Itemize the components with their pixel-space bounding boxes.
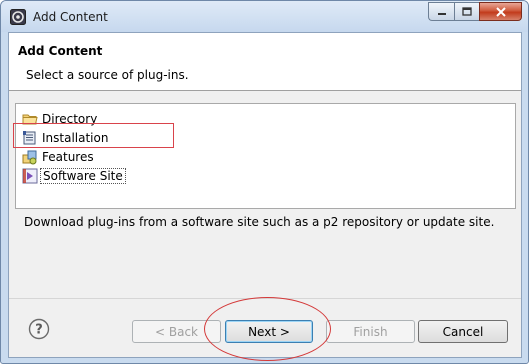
next-annotation-ellipse bbox=[204, 297, 331, 361]
add-content-dialog: Add Content Add Content Select a source … bbox=[0, 0, 529, 364]
help-button[interactable]: ? bbox=[28, 318, 50, 340]
minimize-icon bbox=[437, 12, 446, 15]
tree-item-label: Features bbox=[42, 150, 94, 164]
title-bar[interactable]: Add Content bbox=[1, 1, 528, 32]
features-icon bbox=[22, 149, 38, 165]
tree-item-software-site[interactable]: Software Site bbox=[22, 167, 126, 185]
close-button[interactable] bbox=[479, 2, 522, 21]
source-description: Download plug-ins from a software site s… bbox=[24, 215, 495, 229]
wizard-header: Add Content Select a source of plug-ins. bbox=[9, 33, 521, 91]
tree-item-label: Software Site bbox=[40, 168, 126, 184]
tree-item-features[interactable]: Features bbox=[22, 148, 96, 166]
software-site-icon bbox=[22, 168, 38, 184]
window-title: Add Content bbox=[33, 10, 108, 24]
page-description: Select a source of plug-ins. bbox=[26, 68, 189, 82]
svg-text:?: ? bbox=[35, 323, 43, 338]
source-description-area: Download plug-ins from a software site s… bbox=[15, 208, 516, 245]
finish-button[interactable]: Finish bbox=[326, 320, 415, 343]
dialog-body: Add Content Select a source of plug-ins.… bbox=[8, 32, 522, 361]
page-title: Add Content bbox=[18, 44, 103, 58]
help-icon: ? bbox=[28, 318, 50, 340]
maximize-icon bbox=[462, 7, 472, 16]
window-controls bbox=[428, 2, 522, 22]
minimize-button[interactable] bbox=[428, 2, 454, 21]
maximize-button[interactable] bbox=[454, 2, 479, 21]
selection-annotation-box bbox=[13, 123, 174, 148]
close-icon bbox=[495, 6, 506, 17]
cancel-button[interactable]: Cancel bbox=[418, 320, 508, 343]
eclipse-app-icon bbox=[10, 9, 26, 25]
source-tree[interactable]: Directory Installation Features Software… bbox=[15, 103, 516, 209]
